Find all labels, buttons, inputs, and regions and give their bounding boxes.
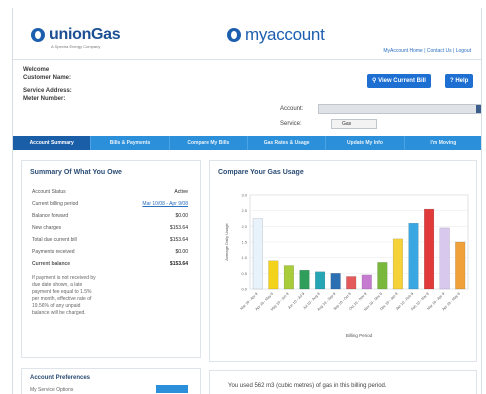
help-button[interactable]: ? Help [445, 74, 474, 88]
meter-number-label: Meter Number: [23, 96, 66, 102]
main-nav: Account Summary Bills & Payments Compare… [13, 136, 481, 150]
service-label: Service: [280, 121, 302, 127]
page-header: unionGas A Spectra Energy Company myacco… [13, 8, 481, 60]
tab-gas-rates-usage[interactable]: Gas Rates & Usage [248, 136, 327, 150]
usage-bar [346, 276, 357, 290]
summary-row: New charges $153.64 [32, 225, 188, 231]
y-axis-label: Average Daily Usage [224, 222, 229, 260]
myaccount-logo-icon [227, 28, 241, 42]
y-tick-label: 0.0 [241, 287, 247, 292]
tab-moving[interactable]: I'm Moving [405, 136, 481, 150]
usage-bar [424, 208, 435, 290]
usage-bar [455, 241, 466, 290]
usage-bar [299, 269, 310, 290]
usage-bar [361, 274, 372, 290]
brand-tagline: A Spectra Energy Company [51, 44, 101, 49]
usage-bar [268, 260, 279, 290]
service-address-label: Service Address: [23, 88, 72, 94]
usage-bar [439, 227, 450, 290]
tab-update-info[interactable]: Update My Info [326, 136, 405, 150]
usage-bar [377, 262, 388, 290]
summary-row: Payments received $0.00 [32, 249, 188, 255]
y-tick-label: 2.5 [241, 208, 247, 213]
usage-bar [330, 273, 341, 290]
usage-summary-text: You used 562 m3 (cubic metres) of gas in… [228, 383, 387, 389]
summary-row: Total due current bill $153.64 [32, 237, 188, 243]
usage-chart: 0.00.51.01.52.02.53.0Mar 10 - Apr 9Apr 1… [224, 193, 469, 338]
chevron-down-icon[interactable] [476, 105, 481, 113]
summary-row: Current billing period Mar 10/08 - Apr 9/… [32, 201, 188, 207]
late-payment-note: If payment is not received by due date s… [32, 275, 96, 316]
summary-panel: Summary Of What You Owe Account Status Ac… [21, 160, 201, 358]
service-select[interactable]: Gas [331, 119, 377, 129]
usage-bar [315, 271, 326, 290]
usage-bar [283, 265, 294, 290]
service-options-label: My Service Options [30, 387, 74, 393]
usage-bar [392, 238, 403, 290]
account-label: Account: [280, 106, 304, 112]
x-axis-label: Billing Period [346, 333, 373, 338]
preferences-panel: Account Preferences My Service Options [21, 368, 201, 394]
page-frame: unionGas A Spectra Energy Company myacco… [12, 8, 482, 394]
y-tick-label: 1.0 [241, 255, 247, 260]
summary-title: Summary Of What You Owe [30, 169, 122, 176]
summary-row: Balance forward $0.00 [32, 213, 188, 219]
tab-account-summary[interactable]: Account Summary [13, 136, 92, 150]
top-links[interactable]: MyAccount Home | Contact Us | Logout [383, 48, 471, 54]
welcome-text: Welcome [23, 67, 50, 73]
usage-summary-panel: You used 562 m3 (cubic metres) of gas in… [209, 370, 477, 394]
usage-bar [408, 223, 419, 290]
uniongas-logo-icon [31, 28, 45, 42]
customer-info: Welcome Customer Name: Service Address: … [23, 66, 72, 103]
preferences-button[interactable] [156, 385, 188, 393]
preferences-title: Account Preferences [30, 375, 91, 381]
y-tick-label: 3.0 [241, 193, 247, 198]
tab-bills-payments[interactable]: Bills & Payments [91, 136, 170, 150]
brand-logo[interactable]: unionGas [49, 26, 121, 44]
account-select[interactable] [318, 104, 481, 114]
usage-panel: Compare Your Gas Usage 0.0 0.5 1.0 1.5 2.0 2.… [209, 160, 477, 362]
view-current-bill-button[interactable]: ⚲ View Current Bill [367, 74, 431, 88]
y-tick-label: 1.5 [241, 240, 247, 245]
y-tick-label: 2.0 [241, 224, 247, 229]
billing-period-link[interactable]: Mar 10/08 - Apr 9/08 [142, 201, 188, 207]
summary-row: Current balance $153.64 [32, 261, 188, 267]
usage-bar [252, 218, 263, 290]
y-tick-label: 0.5 [241, 271, 247, 276]
summary-row: Account Status Active [32, 189, 188, 195]
tab-compare-bills[interactable]: Compare My Bills [170, 136, 248, 150]
customer-name-label: Customer Name: [23, 75, 72, 81]
app-title: myaccount [245, 25, 325, 44]
